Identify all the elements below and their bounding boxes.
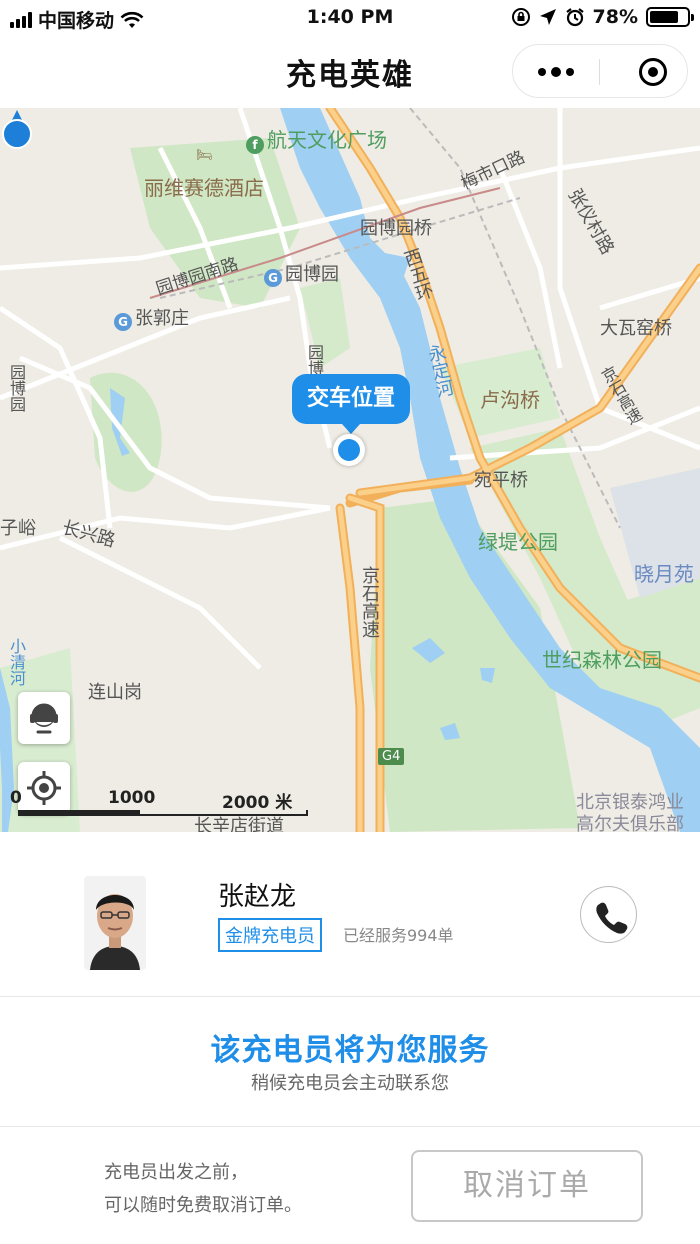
pickup-callout[interactable]: 交车位置 [292,374,410,434]
map-label-yuanbo-station: G 园博园 [264,260,339,287]
cancel-note: 充电员出发之前， 可以随时免费取消订单。 [104,1156,302,1222]
customer-service-button[interactable] [18,692,70,744]
mini-program-capsule [512,44,688,98]
alarm-icon [565,8,584,27]
battery-icon [646,7,694,27]
cancel-note-line1: 充电员出发之前， [104,1162,248,1183]
map-label-lvdi: 绿堤公园 [478,530,558,554]
more-dots-icon[interactable] [513,45,599,99]
map-label-plaza: f 航天文化广场 [246,124,387,154]
service-title: 该充电员将为您服务 [210,1033,490,1068]
map-label-yuanbo-road: 园博 [305,344,324,376]
map-label-golf: 高尔夫俱乐部 [576,814,684,832]
map-scale: 0 1000 2000 米 [10,788,310,818]
map-label-dawayao: 大瓦窑桥 [600,318,672,339]
served-count: 已经服务994单 [343,926,454,945]
location-arrow-icon [539,9,556,25]
map-label-wanping: 宛平桥 [474,470,528,491]
park-icon: f [246,136,264,154]
scale-line [18,810,308,816]
scale-zero: 0 [10,788,22,808]
map-label-shiji: 世纪森林公园 [542,648,662,672]
cancel-note-line2: 可以随时免费取消订单。 [104,1195,302,1216]
highway-shield-g4: G4 [378,748,405,765]
map-label-yuan-left: 园博园 [7,364,26,412]
map-label-zhangguozhuang: G 张郭庄 [114,304,189,331]
map-label-lugou: 卢沟桥 [480,388,540,412]
nav-bar: 充电英雄 [0,36,700,108]
driver-avatar [84,876,146,970]
service-info: 该充电员将为您服务 稍候充电员会主动联系您 [0,997,700,1127]
metro-icon: G [114,313,132,331]
map-label-xiaoyue: 晓月苑 [634,562,694,586]
map-label-jingshi: 京石高速 [359,566,380,638]
order-panel: 张赵龙 金牌充电员 已经服务994单 该充电员将为您服务 稍候充电员会主动联系您… [0,832,700,1244]
current-location-icon [2,110,32,149]
capsule-divider [599,59,600,85]
driver-badge: 金牌充电员 [218,918,322,952]
rotation-lock-icon [511,8,530,26]
map-view[interactable]: f 航天文化广场 🛏 丽维赛德酒店 梅市口路 园博园桥 园博园南路 G 园博园 G张… [0,108,700,832]
map-label-hotel: 丽维赛德酒店 [144,176,264,200]
cancel-section: 充电员出发之前， 可以随时免费取消订单。 取消订单 [0,1128,700,1244]
cancel-order-button[interactable]: 取消订单 [411,1150,643,1222]
customer-service-icon [30,703,58,734]
status-bar: 中国移动 1:40 PM 78% [0,0,700,36]
map-label-yuanbo-bridge: 园博园桥 [360,218,432,239]
scale-mid: 1000 [108,788,156,808]
service-subtitle: 稍候充电员会主动联系您 [251,1073,449,1094]
call-driver-button[interactable] [580,886,637,943]
phone-icon [596,902,628,934]
map-label-ziyu: 子峪 [0,518,36,539]
battery-percent: 78% [592,6,638,28]
hotel-icon: 🛏 [196,148,213,163]
pickup-marker[interactable] [333,434,365,466]
map-label-xiaoqing: 小清河 [7,638,26,686]
metro-icon: G [264,269,282,287]
driver-card: 张赵龙 金牌充电员 已经服务994单 [0,832,700,997]
driver-name: 张赵龙 [218,882,297,912]
map-label-lianshan: 连山岗 [88,682,142,703]
close-circle-icon[interactable] [639,58,667,86]
